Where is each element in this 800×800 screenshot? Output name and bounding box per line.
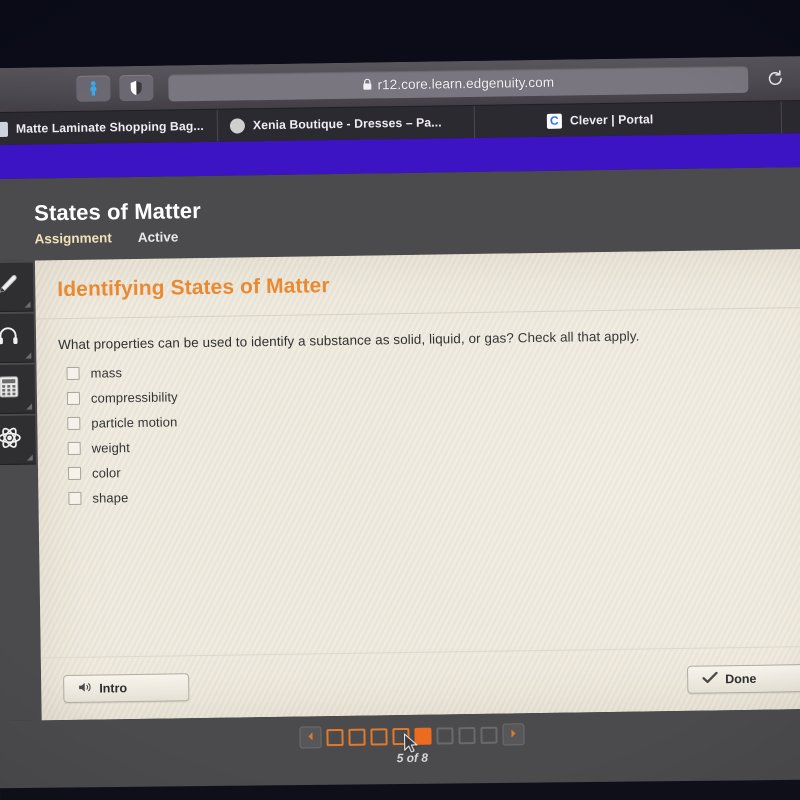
sidebar-item-calculator[interactable]: [0, 364, 36, 415]
pager-next-button[interactable]: [502, 723, 525, 746]
speaker-icon: [78, 681, 92, 697]
pager-dot-3[interactable]: [370, 727, 388, 746]
option-label: shape: [92, 490, 129, 506]
pager-prev-button[interactable]: [299, 726, 322, 749]
checkmark-icon: [702, 671, 718, 687]
answer-option[interactable]: particle motion: [67, 405, 800, 431]
extension-icon-shield[interactable]: [119, 74, 154, 102]
url-text: r12.core.learn.edgenuity.com: [377, 74, 555, 92]
chevron-right-icon: [509, 725, 517, 743]
pager-dot-7[interactable]: [458, 726, 476, 744]
pager-dot-1[interactable]: [326, 728, 344, 746]
checkbox-icon[interactable]: [66, 391, 81, 406]
checkbox-icon[interactable]: [66, 366, 80, 381]
pencil-icon: [0, 272, 20, 301]
globe-favicon: [229, 117, 246, 134]
checkbox-icon[interactable]: [67, 466, 82, 480]
pagination-controls: [299, 723, 525, 753]
extension-icon-blue-figure[interactable]: [76, 75, 111, 102]
checkbox-icon[interactable]: [68, 491, 82, 505]
sidebar-item-audio[interactable]: [0, 313, 35, 364]
intro-button[interactable]: Intro: [63, 673, 190, 704]
question-content: What properties can be used to identify …: [36, 308, 800, 658]
pager-dot-2[interactable]: [348, 728, 366, 746]
clever-favicon: C: [546, 113, 562, 129]
answer-option[interactable]: mass: [66, 355, 800, 381]
sidebar-item-highlighter[interactable]: [0, 262, 34, 313]
browser-window: r12.core.learn.edgenuity.com Matte Lamin…: [0, 55, 800, 800]
option-label: weight: [91, 440, 130, 456]
question-panel: Identifying States of Matter What proper…: [34, 248, 800, 721]
answer-option[interactable]: compressibility: [66, 380, 800, 406]
done-button-label: Done: [725, 671, 757, 687]
pagination-label: 5 of 8: [396, 750, 429, 766]
atom-icon: [0, 424, 23, 455]
headphones-icon: [0, 323, 20, 352]
done-button[interactable]: Done: [686, 663, 800, 694]
bookmark-item[interactable]: B Which are state: [781, 100, 800, 134]
assignment-label: Assignment: [34, 230, 112, 247]
chevron-left-icon: [306, 728, 314, 746]
status-badge: Active: [137, 229, 179, 245]
bookmark-label: Clever | Portal: [569, 112, 654, 128]
lesson-body: Identifying States of Matter What proper…: [0, 248, 800, 722]
question-footer: Intro Done: [40, 645, 800, 721]
reload-icon[interactable]: [762, 65, 788, 91]
answer-options-list: mass compressibility particle motion wei…: [58, 355, 800, 506]
question-prompt: What properties can be used to identify …: [58, 328, 640, 353]
pager-dot-8[interactable]: [480, 726, 498, 744]
pager-dot-5[interactable]: [414, 727, 432, 745]
checkbox-icon[interactable]: [67, 416, 81, 431]
question-title: Identifying States of Matter: [57, 274, 330, 302]
calculator-icon: [0, 374, 20, 403]
option-label: color: [91, 465, 121, 481]
intro-button-label: Intro: [99, 681, 128, 696]
option-label: particle motion: [91, 414, 178, 431]
answer-option[interactable]: color: [67, 455, 800, 481]
answer-option[interactable]: shape: [68, 480, 800, 506]
bookmark-item[interactable]: Matte Laminate Shopping Bag...: [0, 109, 219, 146]
bookmark-item[interactable]: C Clever | Portal: [474, 101, 783, 138]
bookmark-label: Xenia Boutique - Dresses – Pa...: [252, 115, 442, 133]
answer-option[interactable]: weight: [67, 430, 800, 456]
address-bar[interactable]: r12.core.learn.edgenuity.com: [168, 65, 749, 101]
checkbox-icon[interactable]: [67, 441, 81, 456]
photographed-screen: r12.core.learn.edgenuity.com Matte Lamin…: [0, 0, 800, 800]
lesson-header: States of Matter Assignment Active: [0, 166, 800, 262]
bookmark-label: Matte Laminate Shopping Bag...: [15, 118, 204, 136]
option-label: mass: [90, 365, 123, 381]
option-label: compressibility: [90, 389, 178, 406]
bookmark-item[interactable]: Xenia Boutique - Dresses – Pa...: [217, 105, 476, 142]
pager-dot-6[interactable]: [436, 726, 454, 745]
lock-icon: [362, 78, 372, 90]
image-favicon: [0, 121, 9, 137]
pager-dot-4[interactable]: [392, 727, 410, 745]
page-title: States of Matter: [34, 198, 202, 226]
sidebar-item-periodic-table[interactable]: [0, 415, 36, 466]
